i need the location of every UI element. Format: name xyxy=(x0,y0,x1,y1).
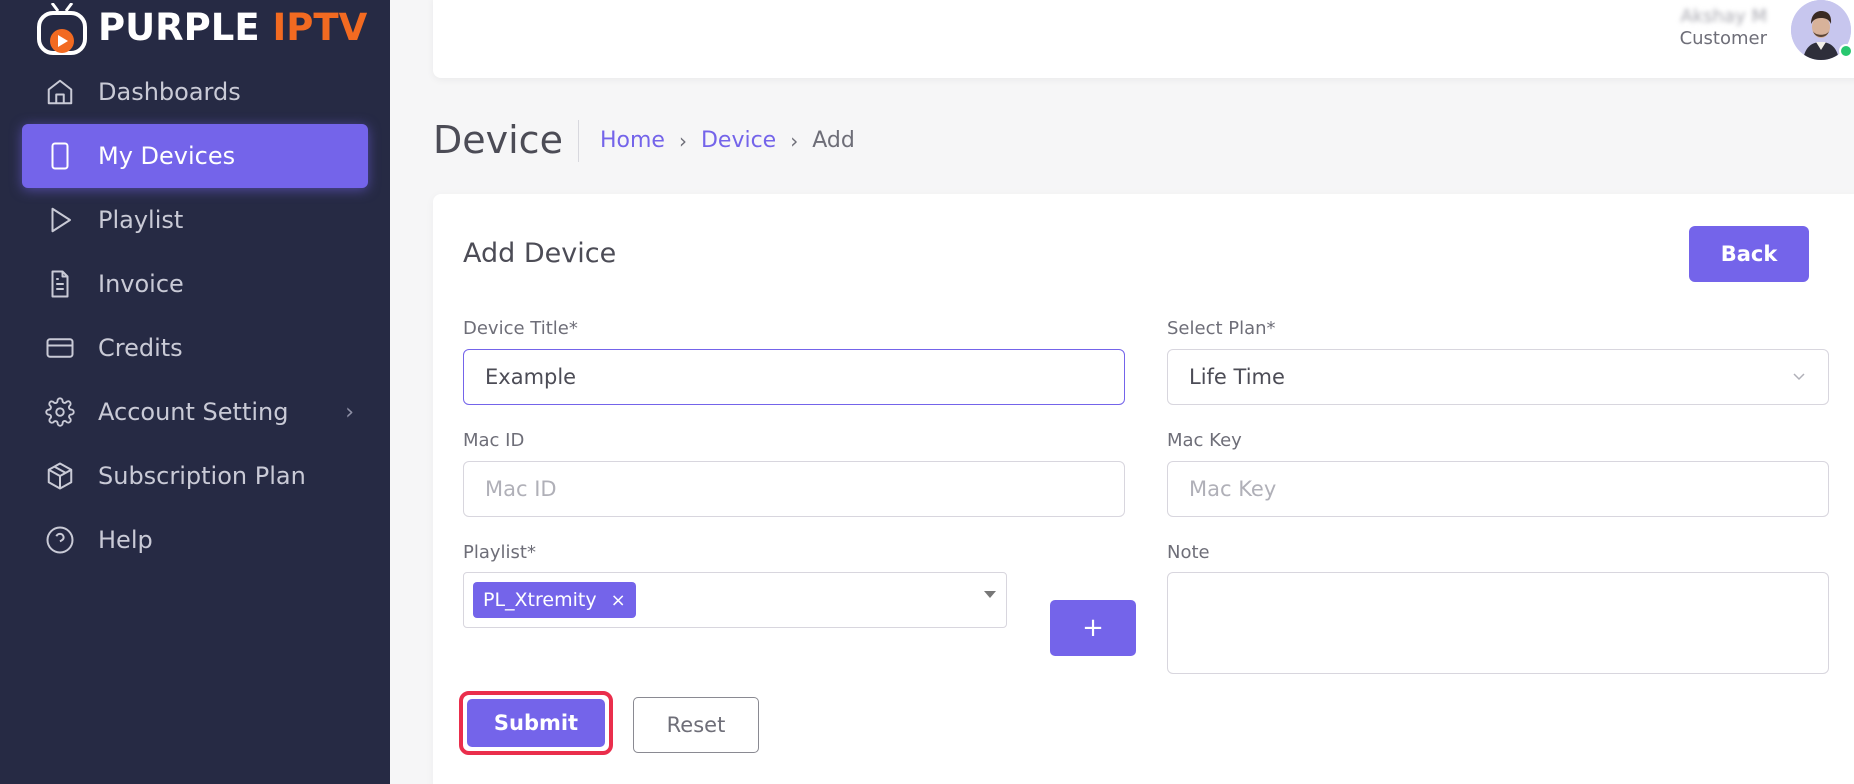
sidebar-item-label: Subscription Plan xyxy=(98,462,306,490)
card-title: Add Device xyxy=(463,238,617,269)
page-title: Device xyxy=(433,118,563,162)
chevron-right-icon: › xyxy=(790,128,799,153)
mac-key-label: Mac Key xyxy=(1167,430,1242,451)
chevron-right-icon: › xyxy=(678,128,687,153)
brand-name: PURPLE IPTV xyxy=(98,5,368,49)
caret-down-icon[interactable] xyxy=(984,591,996,598)
sidebar-item-account-setting[interactable]: Account Setting › xyxy=(22,380,368,444)
note-label: Note xyxy=(1167,542,1210,563)
user-name: Akshay M xyxy=(1680,6,1767,27)
submit-button[interactable]: Submit xyxy=(467,699,605,747)
sidebar-item-label: Help xyxy=(98,526,153,554)
sidebar-item-label: Dashboards xyxy=(98,78,241,106)
device-title-input[interactable] xyxy=(463,349,1125,405)
sidebar-item-subscription-plan[interactable]: Subscription Plan xyxy=(22,444,368,508)
submit-highlight: Submit xyxy=(459,691,613,755)
mac-id-label: Mac ID xyxy=(463,430,525,451)
sidebar-item-label: My Devices xyxy=(98,142,236,170)
select-plan-label: Select Plan* xyxy=(1167,318,1276,339)
online-status-indicator xyxy=(1839,44,1853,58)
credit-card-icon xyxy=(44,332,76,364)
file-text-icon xyxy=(44,268,76,300)
back-button[interactable]: Back xyxy=(1689,226,1809,282)
chevron-down-icon xyxy=(1792,364,1806,394)
mac-id-input[interactable] xyxy=(463,461,1125,517)
top-navbar: Akshay M Customer xyxy=(433,0,1854,78)
play-icon xyxy=(44,204,76,236)
sidebar-item-label: Invoice xyxy=(98,270,184,298)
sidebar: PURPLE IPTV Dashboards My Devices Playli… xyxy=(0,0,390,784)
add-playlist-button[interactable]: + xyxy=(1050,600,1136,656)
playlist-chip: PL_Xtremity × xyxy=(473,582,636,618)
breadcrumb-current: Add xyxy=(812,128,855,153)
tv-logo-icon xyxy=(36,2,94,55)
reset-button[interactable]: Reset xyxy=(633,697,759,753)
header-divider xyxy=(578,120,579,162)
add-device-card: Add Device Back Device Title* Select Pla… xyxy=(433,194,1854,784)
playlist-multiselect[interactable]: PL_Xtremity × xyxy=(463,572,1007,628)
breadcrumb-home[interactable]: Home xyxy=(600,128,665,153)
breadcrumb: Home › Device › Add xyxy=(600,128,855,153)
sidebar-item-label: Playlist xyxy=(98,206,184,234)
user-role: Customer xyxy=(1679,28,1767,49)
sidebar-item-my-devices[interactable]: My Devices xyxy=(22,124,368,188)
note-textarea[interactable] xyxy=(1167,572,1829,674)
help-circle-icon xyxy=(44,524,76,556)
device-title-label: Device Title* xyxy=(463,318,578,339)
mac-key-input[interactable] xyxy=(1167,461,1829,517)
close-icon[interactable]: × xyxy=(611,590,626,611)
playlist-label: Playlist* xyxy=(463,542,536,563)
plan-select[interactable]: Life Time xyxy=(1167,349,1829,405)
brand-logo[interactable]: PURPLE IPTV xyxy=(36,0,367,56)
smartphone-icon xyxy=(44,140,76,172)
home-icon xyxy=(44,76,76,108)
sidebar-item-credits[interactable]: Credits xyxy=(22,316,368,380)
package-icon xyxy=(44,460,76,492)
sidebar-item-label: Credits xyxy=(98,334,183,362)
breadcrumb-device[interactable]: Device xyxy=(701,128,776,153)
sidebar-item-playlist[interactable]: Playlist xyxy=(22,188,368,252)
sidebar-nav: Dashboards My Devices Playlist Invoice C… xyxy=(22,60,368,572)
plan-select-value: Life Time xyxy=(1189,365,1285,389)
chevron-right-icon: › xyxy=(345,399,354,425)
playlist-chip-label: PL_Xtremity xyxy=(483,589,597,611)
sidebar-item-invoice[interactable]: Invoice xyxy=(22,252,368,316)
gear-icon xyxy=(44,396,76,428)
sidebar-item-dashboards[interactable]: Dashboards xyxy=(22,60,368,124)
sidebar-item-help[interactable]: Help xyxy=(22,508,368,572)
sidebar-item-label: Account Setting xyxy=(98,398,289,426)
